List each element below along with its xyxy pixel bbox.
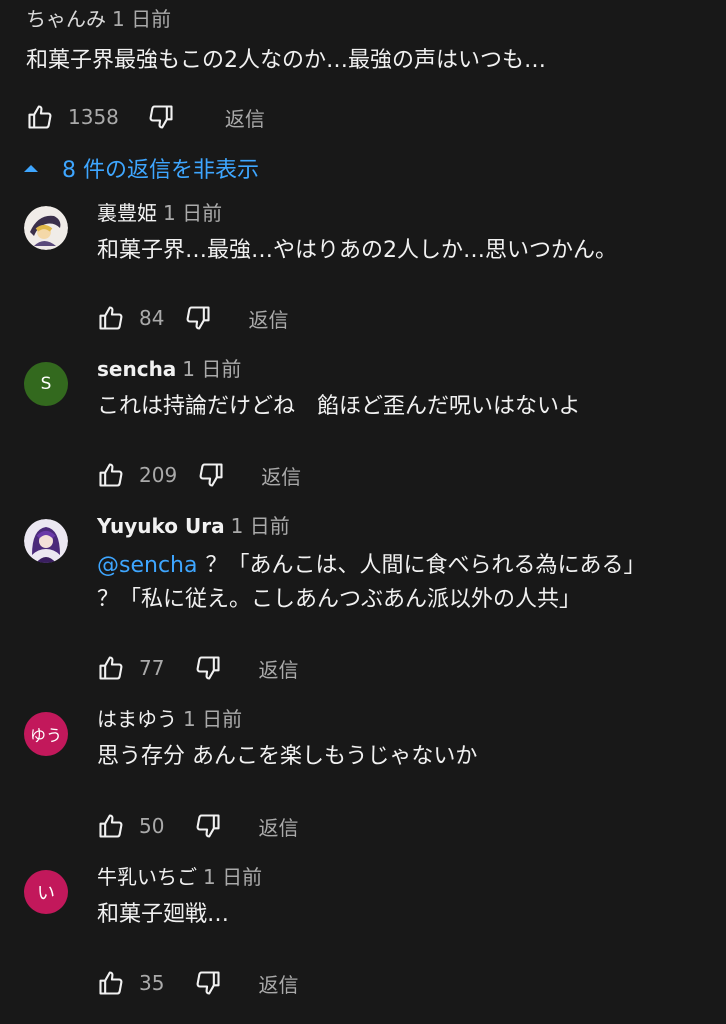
comment-author[interactable]: ちゃんみ xyxy=(26,7,106,31)
reply-body: sencha 1 日前 これは持論だけどね 餡ほど歪んだ呪いはないよ xyxy=(97,354,707,424)
reply-button[interactable]: 返信 xyxy=(248,304,288,333)
reply-meta: 裏豊姫 1 日前 xyxy=(97,198,707,228)
thumbs-down-icon[interactable] xyxy=(194,812,222,840)
avatar[interactable]: い xyxy=(24,870,68,914)
comment-thread: ちゃんみ 1 日前 和菓子界最強もこの2人なのか…最強の声はいつも… 1358 返… xyxy=(0,0,726,1024)
comment-text: 和菓子界最強もこの2人なのか…最強の声はいつも… xyxy=(26,48,546,73)
thumbs-down-icon[interactable] xyxy=(147,103,175,131)
comment-meta: ちゃんみ 1 日前 xyxy=(26,4,706,34)
top-comment: ちゃんみ 1 日前 和菓子界最強もこの2人なのか…最強の声はいつも… xyxy=(26,4,706,78)
caret-up-icon xyxy=(22,159,40,177)
like-count: 77 xyxy=(139,656,165,680)
reply-author[interactable]: sencha xyxy=(97,357,176,381)
reply-button[interactable]: 返信 xyxy=(258,654,298,683)
reply-author[interactable]: はまゆう xyxy=(97,707,177,731)
reply-text-line-1: @sencha ？「あんこは、人間に食べられる為にある」 xyxy=(97,549,707,583)
like-count: 209 xyxy=(139,463,178,487)
thumbs-down-icon[interactable] xyxy=(184,304,212,332)
thumbs-down-icon[interactable] xyxy=(197,461,225,489)
thumbs-up-icon[interactable] xyxy=(97,654,125,682)
reply-author[interactable]: 裏豊姫 xyxy=(97,201,157,225)
like-count: 50 xyxy=(139,814,165,838)
avatar[interactable]: ゆう xyxy=(24,712,68,756)
avatar[interactable] xyxy=(24,206,68,250)
reply-actions: 77 返信 xyxy=(97,651,298,685)
reply-time[interactable]: 1 日前 xyxy=(231,514,290,538)
thumbs-up-icon[interactable] xyxy=(26,103,54,131)
hide-replies-label: 8 件の返信を非表示 xyxy=(62,158,259,183)
avatar-letter: ゆう xyxy=(29,726,62,745)
avatar[interactable]: S xyxy=(24,362,68,406)
like-count: 35 xyxy=(139,971,165,995)
avatar[interactable] xyxy=(24,519,68,563)
avatar-letter: い xyxy=(37,883,55,904)
reply-time[interactable]: 1 日前 xyxy=(163,201,222,225)
reply-actions: 84 返信 xyxy=(97,301,288,335)
reply-body: 裏豊姫 1 日前 和菓子界…最強…やはりあの2人しか…思いつかん。 xyxy=(97,198,707,268)
reply-text-line-2: ？「私に従え。こしあんつぶあん派以外の人共」 xyxy=(97,587,582,612)
thumbs-up-icon[interactable] xyxy=(97,969,125,997)
reply-actions: 209 返信 xyxy=(97,458,301,492)
reply-meta: はまゆう 1 日前 xyxy=(97,704,707,734)
reply-button[interactable]: 返信 xyxy=(258,969,298,998)
reply-button[interactable]: 返信 xyxy=(261,461,301,490)
reply-text: ？「あんこは、人間に食べられる為にある」 xyxy=(205,553,646,578)
hide-replies-toggle[interactable]: 8 件の返信を非表示 xyxy=(22,150,259,186)
avatar-letter: S xyxy=(40,374,52,394)
comment-actions: 1358 返信 xyxy=(26,100,265,134)
thumbs-up-icon[interactable] xyxy=(97,461,125,489)
reply-button[interactable]: 返信 xyxy=(225,103,265,132)
like-count: 84 xyxy=(139,306,165,330)
thumbs-down-icon[interactable] xyxy=(194,969,222,997)
mention-link[interactable]: @sencha xyxy=(97,553,197,578)
reply-body: 牛乳いちご 1 日前 和菓子廻戦… xyxy=(97,862,707,932)
reply-author[interactable]: Yuyuko Ura xyxy=(97,514,225,538)
reply-author[interactable]: 牛乳いちご xyxy=(97,865,197,889)
reply-time[interactable]: 1 日前 xyxy=(183,707,242,731)
like-count: 1358 xyxy=(68,105,119,129)
reply-meta: 牛乳いちご 1 日前 xyxy=(97,862,707,892)
thumbs-up-icon[interactable] xyxy=(97,812,125,840)
reply-text: 思う存分 あんこを楽しもうじゃないか xyxy=(97,744,478,769)
reply-body: はまゆう 1 日前 思う存分 あんこを楽しもうじゃないか xyxy=(97,704,707,774)
reply-button[interactable]: 返信 xyxy=(258,812,298,841)
reply-time[interactable]: 1 日前 xyxy=(182,357,241,381)
thumbs-down-icon[interactable] xyxy=(194,654,222,682)
reply-meta: Yuyuko Ura 1 日前 xyxy=(97,511,707,541)
reply-time[interactable]: 1 日前 xyxy=(203,865,262,889)
reply-text: これは持論だけどね 餡ほど歪んだ呪いはないよ xyxy=(97,394,581,419)
thumbs-up-icon[interactable] xyxy=(97,304,125,332)
reply-actions: 50 返信 xyxy=(97,809,298,843)
reply-actions: 35 返信 xyxy=(97,966,298,1000)
reply-meta: sencha 1 日前 xyxy=(97,354,707,384)
comment-time[interactable]: 1 日前 xyxy=(112,7,171,31)
reply-text: 和菓子界…最強…やはりあの2人しか…思いつかん。 xyxy=(97,238,617,263)
reply-text: 和菓子廻戦… xyxy=(97,902,230,927)
reply-body: Yuyuko Ura 1 日前 @sencha ？「あんこは、人間に食べられる為にあ… xyxy=(97,511,707,617)
